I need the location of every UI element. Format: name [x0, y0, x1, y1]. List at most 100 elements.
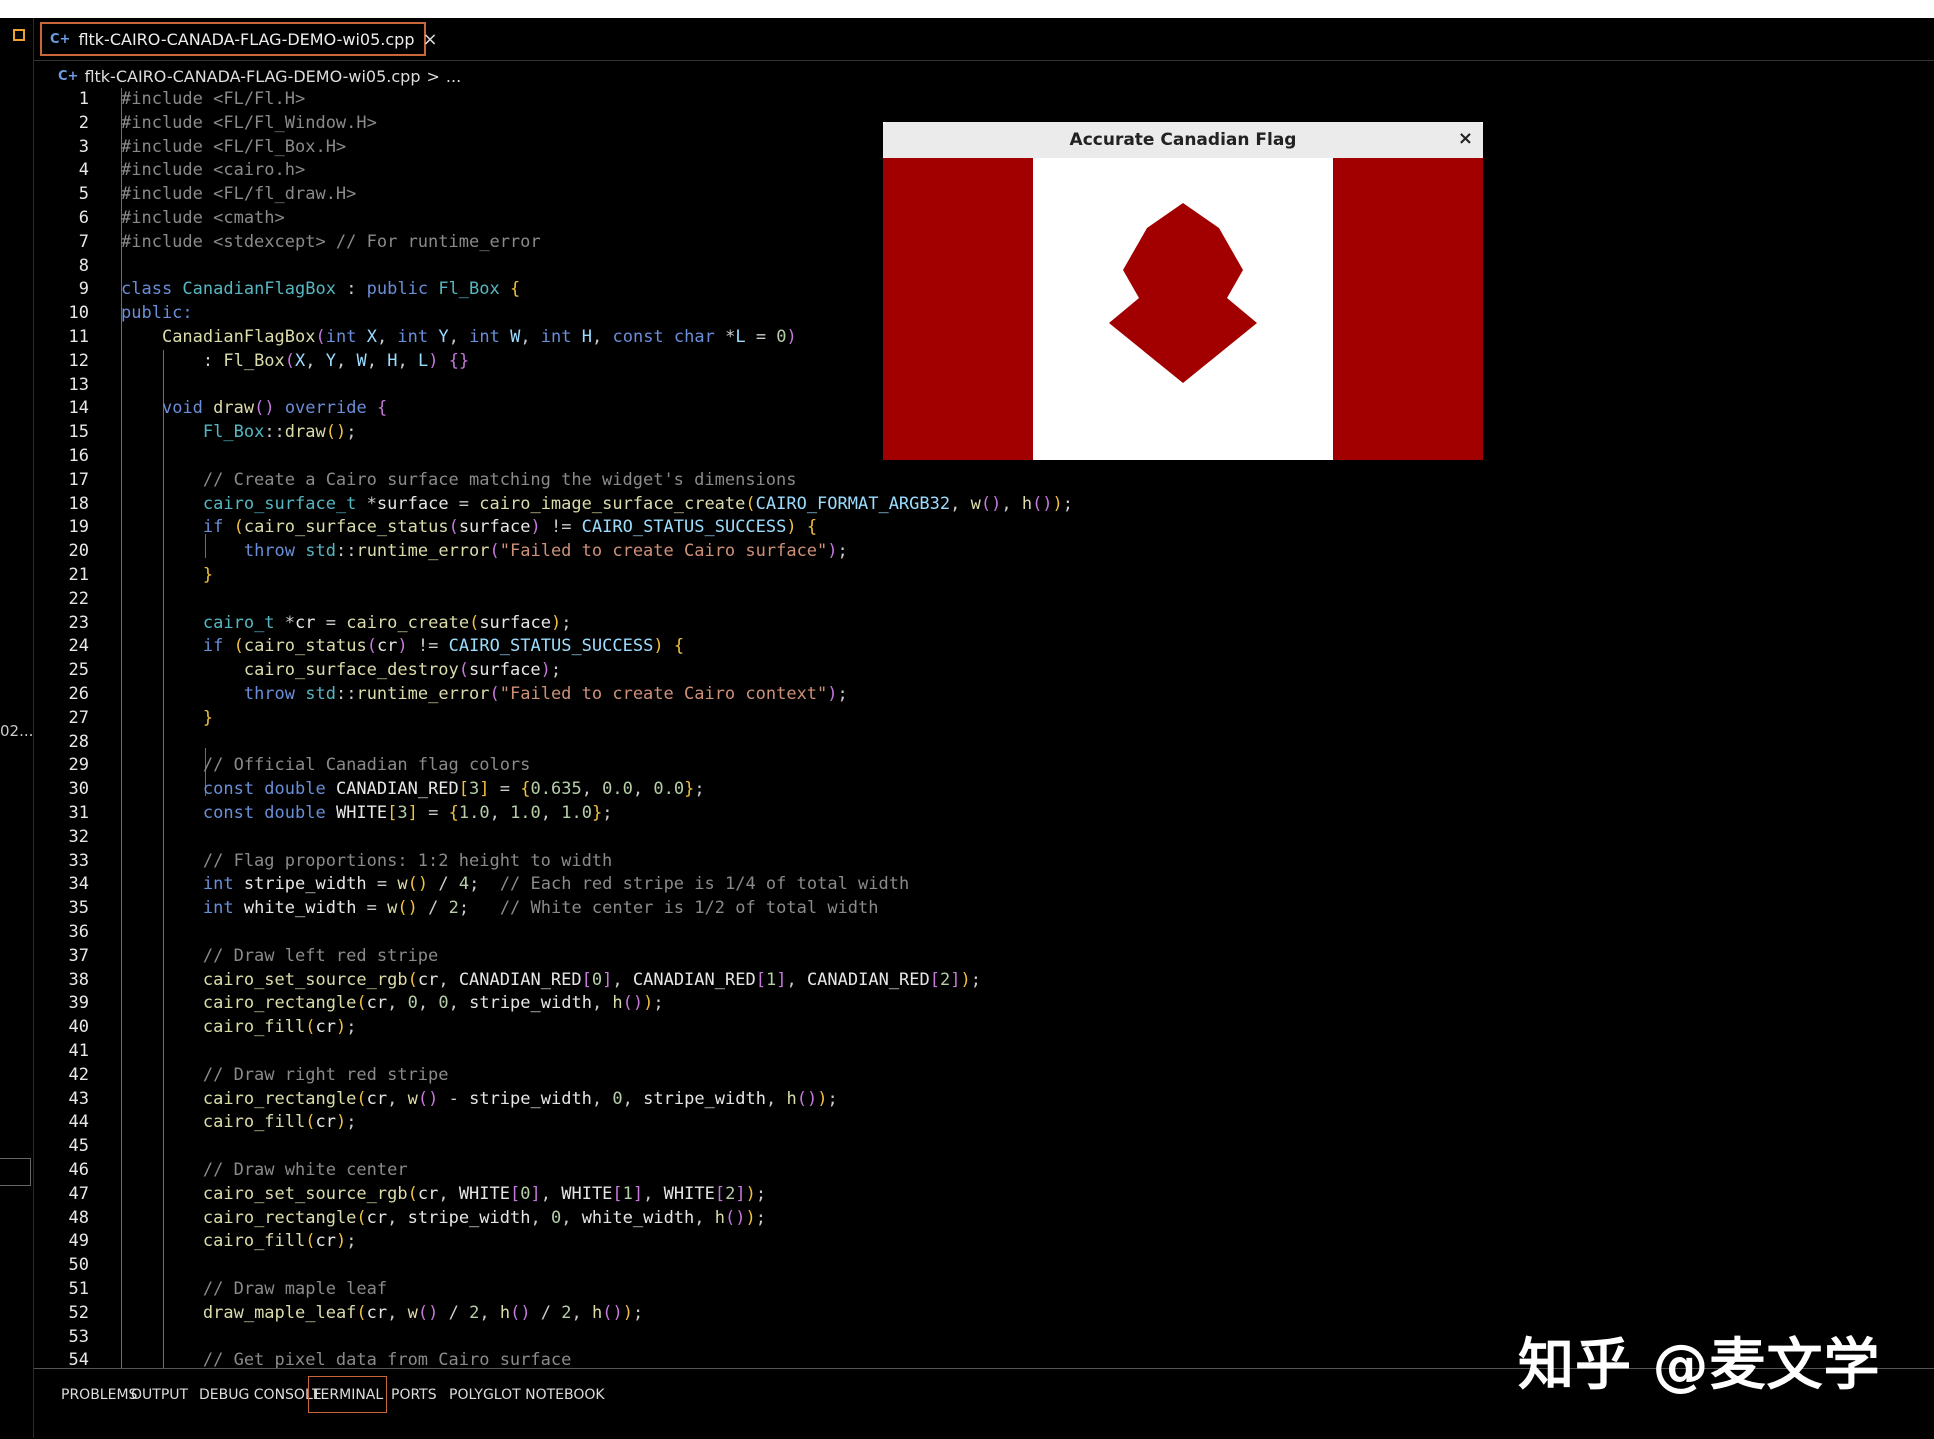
tab-debug-console[interactable]: DEBUG CONSOLE	[196, 1385, 325, 1405]
code-line[interactable]: 30 const double CANADIAN_RED[3] = {0.635…	[34, 778, 1934, 802]
code-token: CANADIAN_RED	[806, 969, 930, 990]
explorer-icon[interactable]	[13, 29, 25, 41]
code-token: ]	[602, 969, 613, 990]
code-line[interactable]: 17 // Create a Cairo surface matching th…	[34, 469, 1934, 493]
code-line[interactable]: 25 cairo_surface_destroy(surface);	[34, 659, 1934, 683]
code-line[interactable]: 18 cairo_surface_t *surface = cairo_imag…	[34, 493, 1934, 517]
code-line[interactable]: 24 if (cairo_status(cr) != CAIRO_STATUS_…	[34, 635, 1934, 659]
code-text: Fl_Box::draw();	[121, 421, 357, 445]
code-token: ()	[417, 1302, 439, 1323]
code-line[interactable]: 41	[34, 1040, 1934, 1064]
code-token: // Each red stripe is 1/4 of total width	[499, 874, 910, 895]
code-token: cr	[366, 993, 388, 1014]
code-token: Fl_Box	[438, 279, 510, 300]
code-token: }	[202, 565, 214, 585]
code-line[interactable]: 33 // Flag proportions: 1:2 height to wi…	[34, 850, 1934, 874]
code-line[interactable]: 36	[34, 921, 1934, 945]
code-token: cr	[366, 1207, 388, 1228]
code-token: CAIRO_STATUS_SUCCESS	[581, 517, 787, 538]
line-number: 37	[68, 945, 89, 966]
flag-window[interactable]: Accurate Canadian Flag ×	[883, 122, 1483, 460]
code-token: stripe_width	[469, 993, 592, 1014]
code-token: ,	[387, 993, 408, 1014]
code-line[interactable]: 37 // Draw left red stripe	[34, 945, 1934, 969]
code-line[interactable]: 27 }	[34, 707, 1934, 731]
breadcrumb-symbols[interactable]: ...	[446, 67, 461, 86]
code-token: (	[233, 636, 244, 657]
code-line[interactable]: 46 // Draw white center	[34, 1159, 1934, 1183]
line-number: 47	[68, 1183, 89, 1204]
code-token: /	[428, 874, 459, 895]
code-line[interactable]: 29 // Official Canadian flag colors	[34, 754, 1934, 778]
close-icon[interactable]: ×	[422, 29, 437, 50]
code-token: int	[540, 327, 582, 347]
code-line[interactable]: 21 }	[34, 564, 1934, 588]
code-token: [	[510, 1183, 521, 1204]
code-line[interactable]: 34 int stripe_width = w() / 4; // Each r…	[34, 873, 1934, 897]
code-token: Fl_Box	[202, 422, 265, 443]
code-line[interactable]: 23 cairo_t *cr = cairo_create(surface);	[34, 612, 1934, 636]
code-token: h	[592, 1302, 603, 1323]
code-token: 0	[550, 1207, 562, 1228]
code-line[interactable]: 44 cairo_fill(cr);	[34, 1111, 1934, 1135]
code-line[interactable]: 40 cairo_fill(cr);	[34, 1016, 1934, 1040]
code-line[interactable]: 35 int white_width = w() / 2; // White c…	[34, 897, 1934, 921]
code-token: cairo_fill	[202, 1112, 306, 1133]
code-token: w	[387, 898, 398, 919]
code-token: )	[653, 636, 674, 657]
code-line[interactable]: 28	[34, 731, 1934, 755]
code-line[interactable]: 48 cairo_rectangle(cr, stripe_width, 0, …	[34, 1207, 1934, 1231]
code-token: surface	[479, 612, 551, 633]
code-token: #include <FL/fl_draw.H>	[121, 184, 357, 205]
code-token: 1	[765, 969, 777, 990]
code-token: ;	[827, 1088, 838, 1109]
code-token: ()	[510, 1302, 531, 1323]
code-text: cairo_fill(cr);	[121, 1230, 357, 1254]
window-titlebar[interactable]: Accurate Canadian Flag ×	[883, 122, 1483, 158]
tab-output[interactable]: OUTPUT	[128, 1385, 191, 1405]
tab-terminal[interactable]: TERMINAL	[308, 1376, 388, 1413]
code-token: ]	[950, 969, 961, 990]
code-text: const double CANADIAN_RED[3] = {0.635, 0…	[121, 778, 705, 802]
close-icon[interactable]: ×	[1458, 128, 1473, 149]
editor-tab[interactable]: C+ fltk-CAIRO-CANADA-FLAG-DEMO-wi05.cpp …	[40, 22, 438, 56]
code-token: (	[305, 1017, 316, 1038]
code-line[interactable]: 19 if (cairo_surface_status(surface) != …	[34, 516, 1934, 540]
tab-ports[interactable]: PORTS	[388, 1385, 440, 1405]
code-line[interactable]: 42 // Draw right red stripe	[34, 1064, 1934, 1088]
code-token: ,	[448, 327, 470, 347]
code-token: ,	[305, 350, 326, 371]
code-line[interactable]: 47 cairo_set_source_rgb(cr, WHITE[0], WH…	[34, 1183, 1934, 1207]
code-token: )	[745, 1207, 756, 1228]
code-line[interactable]: 22	[34, 588, 1934, 612]
code-line[interactable]: 51 // Draw maple leaf	[34, 1278, 1934, 1302]
code-token: h	[1021, 493, 1033, 514]
breadcrumb-filename[interactable]: fltk-CAIRO-CANADA-FLAG-DEMO-wi05.cpp	[84, 67, 420, 86]
code-token: (	[458, 660, 470, 681]
code-line[interactable]: 43 cairo_rectangle(cr, w() - stripe_widt…	[34, 1088, 1934, 1112]
line-number: 24	[68, 636, 89, 657]
code-token: cr	[366, 1302, 388, 1323]
code-line[interactable]: 31 const double WHITE[3] = {1.0, 1.0, 1.…	[34, 802, 1934, 826]
code-line[interactable]: 1 #include <FL/Fl.H>	[34, 88, 1934, 112]
code-token: ;	[346, 422, 357, 443]
code-line[interactable]: 20 throw std::runtime_error("Failed to c…	[34, 540, 1934, 564]
code-line[interactable]: 45	[34, 1135, 1934, 1159]
code-line[interactable]: 26 throw std::runtime_error("Failed to c…	[34, 683, 1934, 707]
tab-polyglot-notebook[interactable]: POLYGLOT NOTEBOOK	[446, 1385, 608, 1405]
code-text: // Get pixel data from Cairo surface	[121, 1349, 571, 1368]
code-line[interactable]: 39 cairo_rectangle(cr, 0, 0, stripe_widt…	[34, 992, 1934, 1016]
code-token: // White center is 1/2 of total width	[499, 898, 879, 919]
line-number: 32	[68, 826, 89, 847]
code-token: ,	[591, 1088, 613, 1109]
code-text: // Draw maple leaf	[121, 1278, 387, 1302]
code-line[interactable]: 38 cairo_set_source_rgb(cr, CANADIAN_RED…	[34, 969, 1934, 993]
window-title: Accurate Canadian Flag	[1069, 130, 1297, 150]
code-token: h	[714, 1207, 726, 1228]
code-line[interactable]: 32	[34, 826, 1934, 850]
code-line[interactable]: 50	[34, 1254, 1934, 1278]
code-text: }	[121, 707, 213, 731]
code-line[interactable]: 49 cairo_fill(cr);	[34, 1230, 1934, 1254]
